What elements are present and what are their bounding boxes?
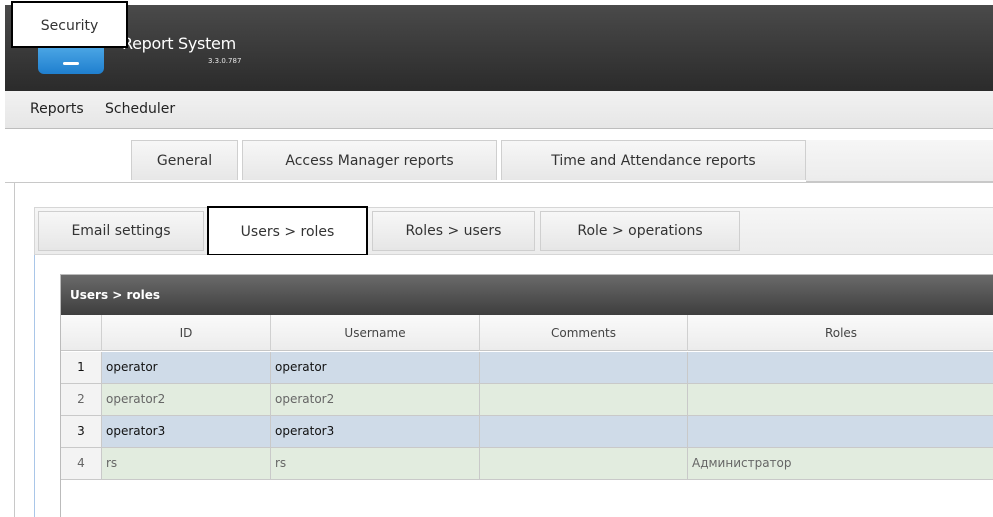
subtab-users-roles[interactable]: Users > roles (207, 206, 368, 256)
cell-username[interactable]: rs (271, 448, 480, 479)
panel-border (14, 183, 15, 517)
cell-roles[interactable] (688, 384, 993, 415)
app-title: Report System (122, 34, 236, 53)
users-roles-grid: Users > roles ID Username Comments Roles… (60, 274, 993, 517)
column-header-roles[interactable]: Roles (688, 315, 993, 351)
cell-username[interactable]: operator2 (271, 384, 480, 415)
tab-security[interactable]: Security (11, 1, 128, 48)
main-tabs-divider (5, 182, 993, 183)
cell-username[interactable]: operator (271, 352, 480, 383)
cell-comments[interactable] (480, 448, 688, 479)
column-header-id[interactable]: ID (102, 315, 271, 351)
tab-time-and-attendance-reports[interactable]: Time and Attendance reports (501, 140, 806, 180)
app-version: 3.3.0.787 (208, 57, 242, 65)
row-number: 4 (61, 448, 102, 479)
main-tabs-filler (806, 140, 993, 182)
row-number: 2 (61, 384, 102, 415)
column-header-rownum (61, 315, 102, 351)
cell-username[interactable]: operator3 (271, 416, 480, 447)
menu-item-reports[interactable]: Reports (30, 101, 84, 117)
tab-general[interactable]: General (131, 140, 238, 180)
column-header-comments[interactable]: Comments (480, 315, 688, 351)
menu-bar: Reports Scheduler (5, 91, 993, 129)
subtab-roles-users[interactable]: Roles > users (372, 211, 535, 251)
row-number: 1 (61, 352, 102, 383)
cell-id[interactable]: operator2 (102, 384, 271, 415)
cell-id[interactable]: operator3 (102, 416, 271, 447)
cell-roles[interactable] (688, 352, 993, 383)
cell-comments[interactable] (480, 416, 688, 447)
grid-header: ID Username Comments Roles (61, 315, 993, 351)
subtab-role-operations[interactable]: Role > operations (540, 211, 740, 251)
table-row[interactable]: 4 rs rs Администратор (61, 448, 993, 480)
cell-comments[interactable] (480, 352, 688, 383)
column-header-username[interactable]: Username (271, 315, 480, 351)
row-number: 3 (61, 416, 102, 447)
table-row[interactable]: 3 operator3 operator3 (61, 416, 993, 448)
cell-comments[interactable] (480, 384, 688, 415)
app-header: Report System 3.3.0.787 (5, 5, 993, 91)
cell-roles[interactable]: Администратор (688, 448, 993, 479)
table-row[interactable]: 1 operator operator (61, 352, 993, 384)
menu-item-scheduler[interactable]: Scheduler (105, 101, 175, 117)
subtab-email-settings[interactable]: Email settings (38, 211, 204, 251)
grid-caption: Users > roles (61, 275, 993, 315)
cell-id[interactable]: operator (102, 352, 271, 383)
cell-roles[interactable] (688, 416, 993, 447)
table-row[interactable]: 2 operator2 operator2 (61, 384, 993, 416)
cell-id[interactable]: rs (102, 448, 271, 479)
tab-access-manager-reports[interactable]: Access Manager reports (242, 140, 497, 180)
